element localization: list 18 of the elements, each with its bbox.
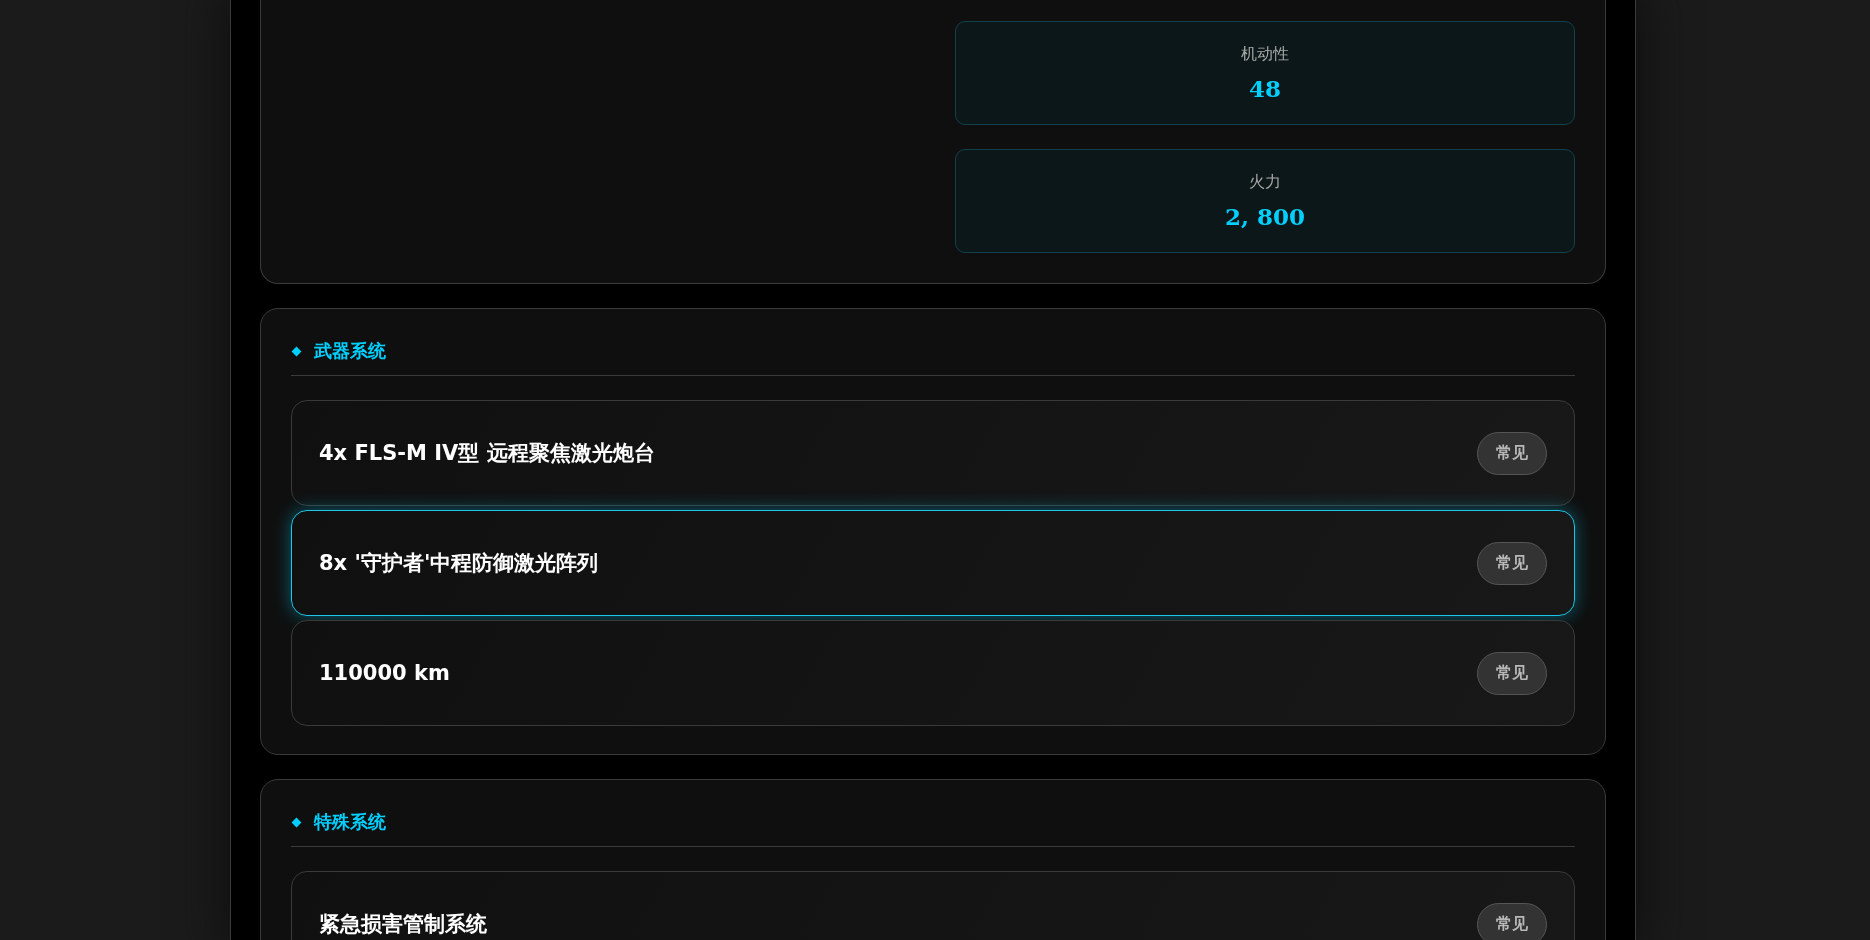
stat-value: 2, 800 xyxy=(1225,203,1305,230)
list-item[interactable]: 4x FLS-M IV型 远程聚焦激光炮台 常见 xyxy=(291,400,1575,506)
rarity-badge: 常见 xyxy=(1477,902,1547,940)
rarity-badge: 常见 xyxy=(1477,651,1547,695)
list-item[interactable]: 8x '守护者'中程防御激光阵列 常见 xyxy=(291,510,1575,616)
list-item[interactable]: 紧急损害管制系统 常见 xyxy=(291,871,1575,940)
stat-label: 火力 xyxy=(1249,172,1281,193)
list-item[interactable]: 110000 km 常见 xyxy=(291,620,1575,726)
rarity-badge: 常见 xyxy=(1477,431,1547,475)
item-name: 紧急损害管制系统 xyxy=(319,911,487,938)
stat-label: 机动性 xyxy=(1241,44,1289,65)
item-name: 8x '守护者'中程防御激光阵列 xyxy=(319,550,599,577)
item-name: 4x FLS-M IV型 远程聚焦激光炮台 xyxy=(319,440,655,467)
stat-value: 48 xyxy=(1249,75,1281,102)
rarity-badge: 常见 xyxy=(1477,541,1547,585)
section-title: 特殊系统 xyxy=(314,810,386,834)
item-name: 110000 km xyxy=(319,661,450,685)
section-title: 武器系统 xyxy=(314,339,386,363)
